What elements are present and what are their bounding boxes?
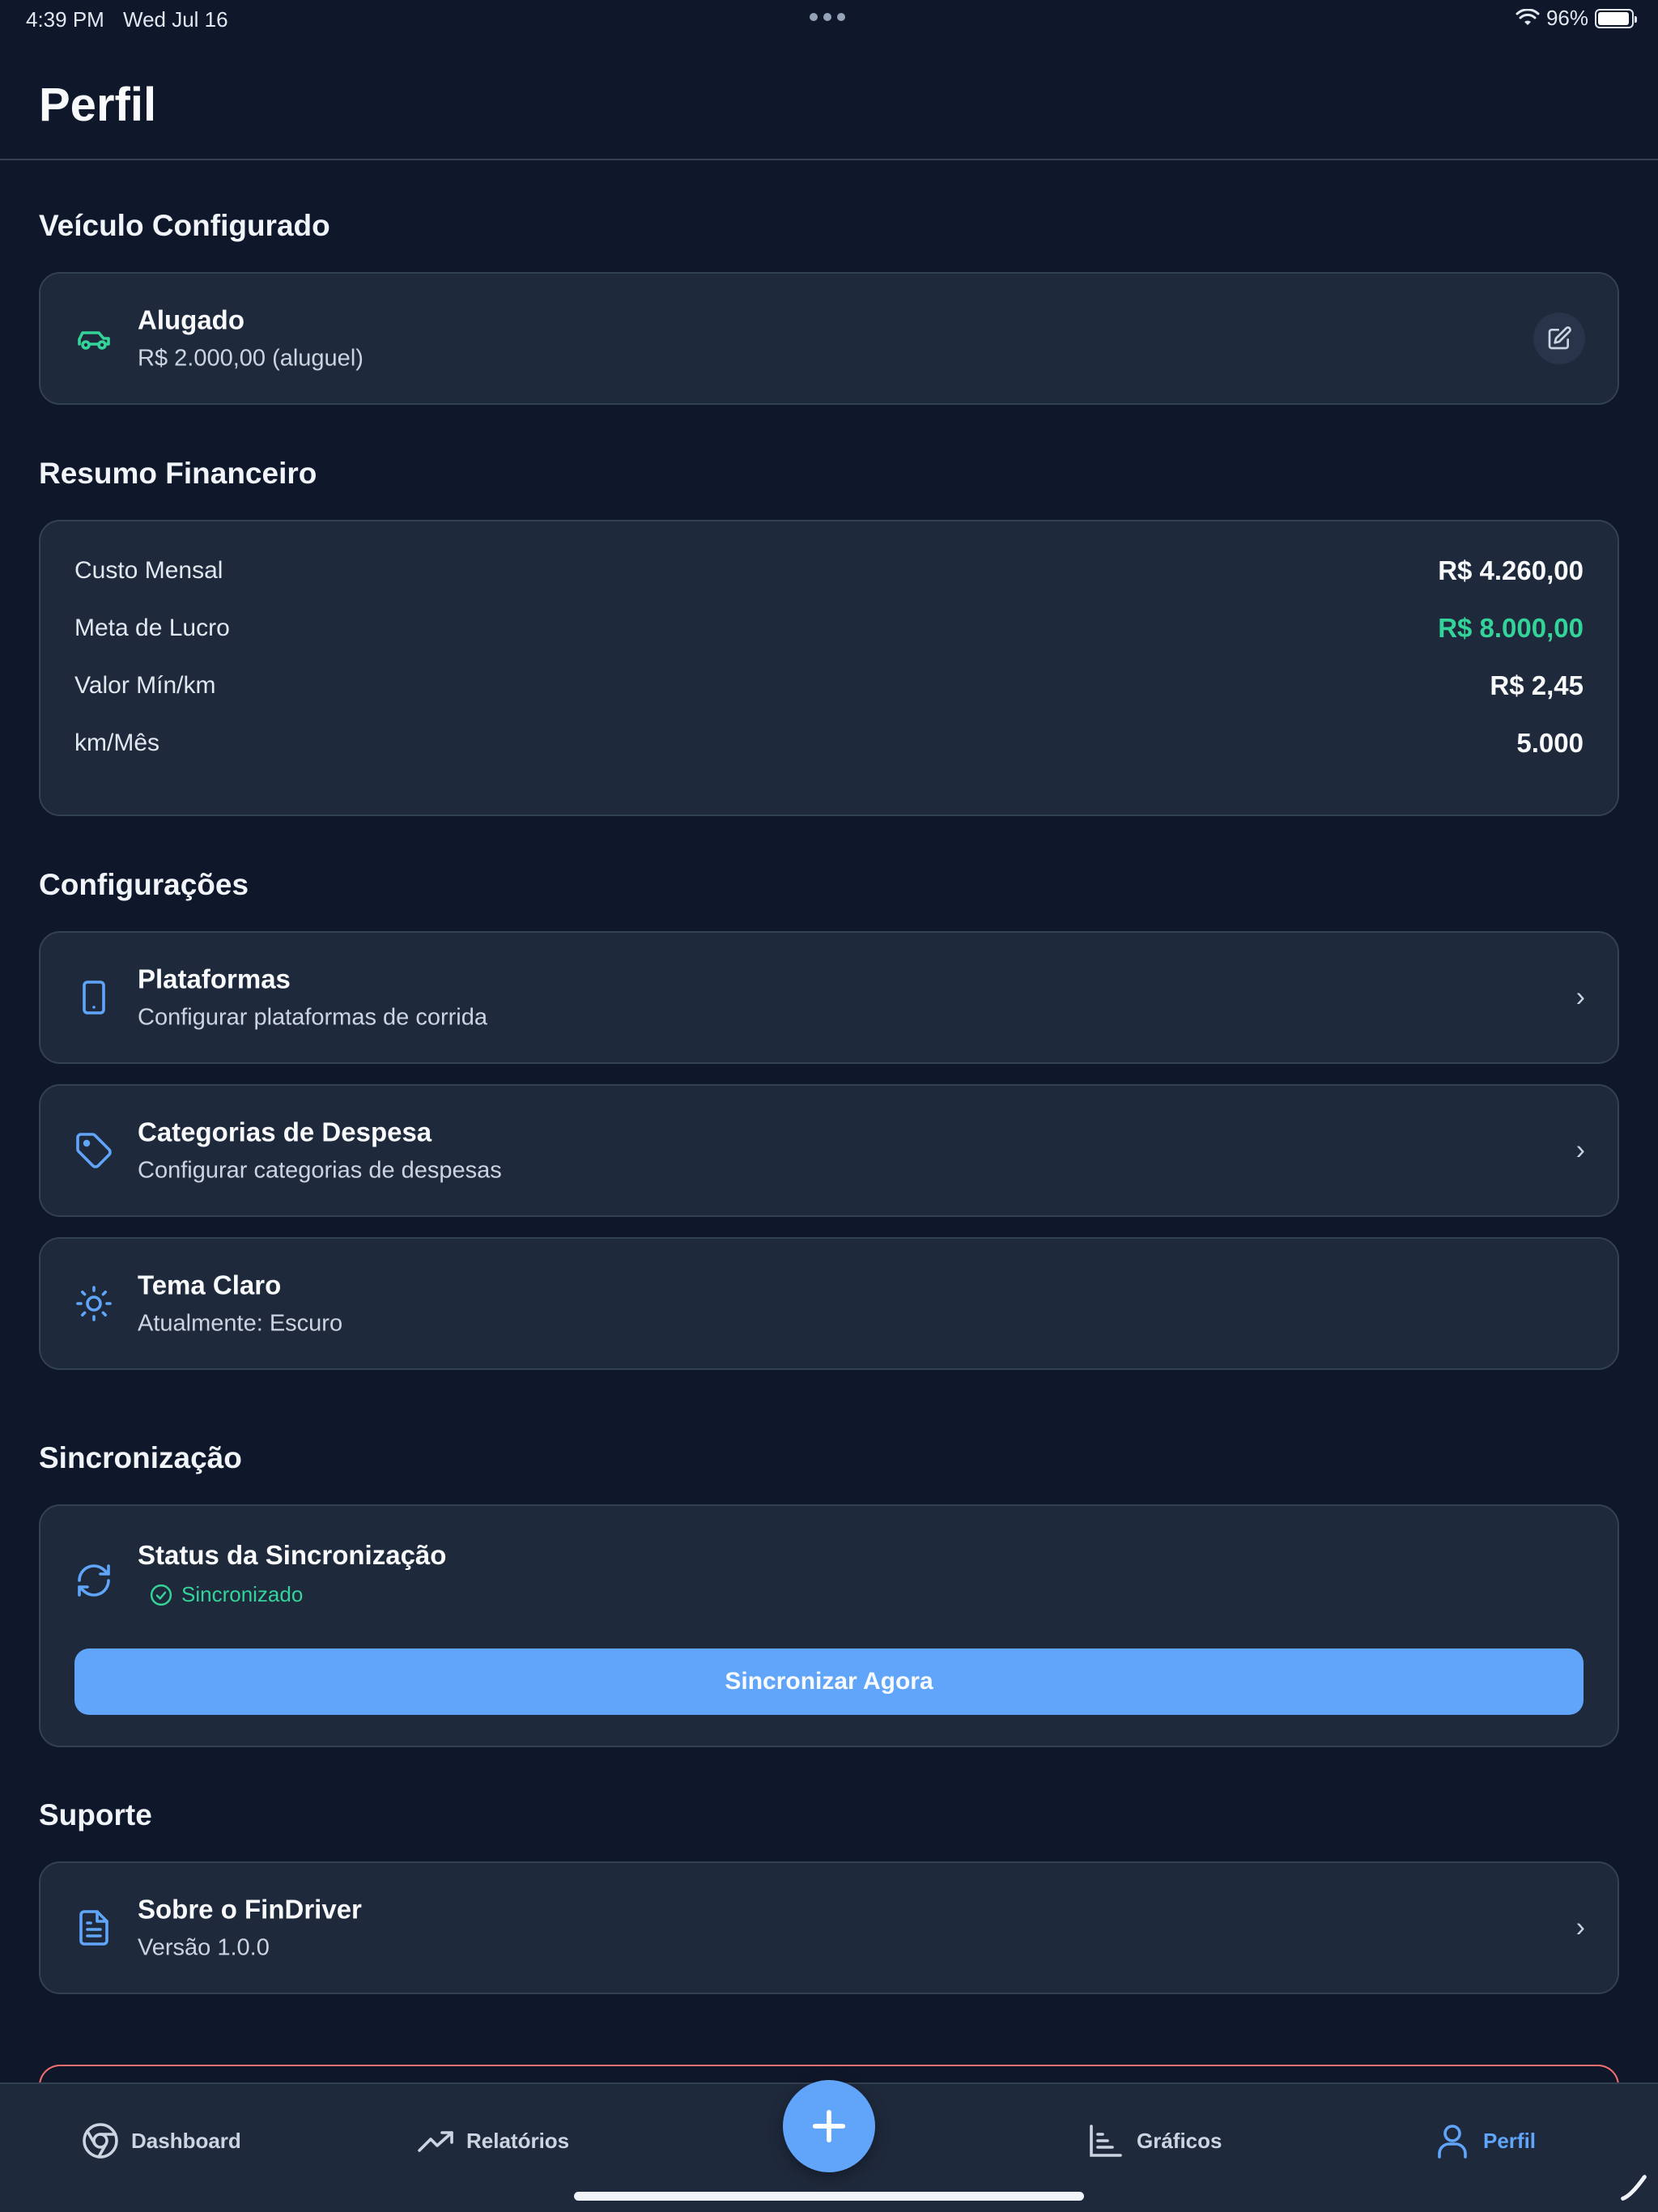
- status-time: 4:39 PM: [26, 7, 104, 32]
- sync-title: Status da Sincronização: [138, 1540, 447, 1570]
- profile-screen: 4:39 PM Wed Jul 16 96% Perfil Veículo Co…: [0, 0, 1658, 2212]
- page-header: Perfil: [0, 39, 1658, 160]
- chevron-right-icon: ›: [1575, 981, 1585, 1013]
- check-circle-icon: [150, 1584, 172, 1606]
- finance-value: R$ 4.260,00: [1438, 555, 1584, 585]
- tab-relatorios[interactable]: Relatórios: [416, 2121, 569, 2160]
- settings-item-subtitle: Configurar plataformas de corrida: [138, 1004, 487, 1031]
- tab-dashboard[interactable]: Dashboard: [81, 2121, 241, 2160]
- tab-perfil[interactable]: Perfil: [1433, 2121, 1536, 2160]
- finance-label: Valor Mín/km: [74, 672, 216, 699]
- edit-icon: [1548, 326, 1571, 350]
- tag-icon: [76, 1133, 112, 1168]
- settings-item-title: Categorias de Despesa: [138, 1117, 432, 1147]
- refresh-icon: [78, 1564, 110, 1597]
- chevron-right-icon: ›: [1575, 1134, 1585, 1166]
- sync-section-title: Sincronização: [39, 1441, 242, 1474]
- tab-label: Relatórios: [466, 2128, 570, 2153]
- vehicle-name: Alugado: [138, 304, 244, 335]
- tab-label: Perfil: [1483, 2128, 1537, 2153]
- finance-row: km/Mês 5.000: [74, 723, 1584, 764]
- settings-section-title: Configurações: [39, 868, 249, 901]
- sync-status-badge: Sincronizado: [149, 1582, 446, 1607]
- settings-item-tema[interactable]: Tema Claro Atualmente: Escuro: [39, 1237, 1619, 1370]
- finance-value: R$ 8.000,00: [1438, 613, 1584, 643]
- support-item-subtitle: Versão 1.0.0: [138, 1934, 270, 1961]
- support-item-title: Sobre o FinDriver: [138, 1894, 362, 1925]
- support-item-about[interactable]: Sobre o FinDriver Versão 1.0.0 ›: [39, 1861, 1619, 1994]
- battery-percent: 96%: [1545, 6, 1588, 30]
- car-icon: [78, 331, 110, 350]
- edit-vehicle-button[interactable]: [1533, 313, 1585, 364]
- dashboard-icon: [83, 2123, 118, 2159]
- bar-chart-icon: [1090, 2125, 1122, 2157]
- pencil-hover-icon: [1621, 2175, 1647, 2201]
- finance-card: Custo Mensal R$ 4.260,00 Meta de Lucro R…: [39, 520, 1619, 816]
- plus-icon: [812, 2109, 846, 2143]
- finance-row: Valor Mín/km R$ 2,45: [74, 666, 1584, 706]
- sync-card: Status da Sincronização Sincronizado Sin…: [39, 1504, 1619, 1747]
- smartphone-icon: [83, 981, 105, 1015]
- wifi-icon: [1516, 8, 1540, 25]
- settings-item-subtitle: Atualmente: Escuro: [138, 1310, 343, 1337]
- user-icon: [1438, 2125, 1467, 2159]
- sync-now-button[interactable]: Sincronizar Agora: [74, 1648, 1584, 1715]
- support-section-title: Suporte: [39, 1798, 152, 1831]
- settings-item-categorias[interactable]: Categorias de Despesa Configurar categor…: [39, 1084, 1619, 1217]
- settings-item-title: Tema Claro: [138, 1270, 282, 1300]
- settings-item-subtitle: Configurar categorias de despesas: [138, 1157, 502, 1184]
- finance-row: Meta de Lucro R$ 8.000,00: [74, 608, 1584, 649]
- trending-up-icon: [418, 2131, 453, 2152]
- document-icon: [79, 1910, 108, 1946]
- finance-label: km/Mês: [74, 730, 159, 756]
- settings-item-plataformas[interactable]: Plataformas Configurar plataformas de co…: [39, 931, 1619, 1064]
- chevron-right-icon: ›: [1575, 1912, 1585, 1943]
- finance-section-title: Resumo Financeiro: [39, 457, 317, 490]
- vehicle-section-title: Veículo Configurado: [39, 209, 330, 242]
- tab-label: Dashboard: [131, 2128, 241, 2153]
- home-indicator[interactable]: [574, 2192, 1084, 2201]
- status-date: Wed Jul 16: [123, 7, 228, 32]
- vehicle-detail: R$ 2.000,00 (aluguel): [138, 345, 363, 372]
- vehicle-card: Alugado R$ 2.000,00 (aluguel): [39, 272, 1619, 405]
- finance-label: Meta de Lucro: [74, 615, 230, 641]
- status-bar: 4:39 PM Wed Jul 16 96%: [0, 0, 1658, 39]
- multitasking-dots-icon[interactable]: [810, 13, 845, 21]
- finance-label: Custo Mensal: [74, 557, 223, 584]
- finance-value: R$ 2,45: [1490, 670, 1584, 700]
- tab-graficos[interactable]: Gráficos: [1086, 2121, 1222, 2160]
- battery-icon: [1595, 8, 1637, 28]
- finance-row: Custo Mensal R$ 4.260,00: [74, 551, 1584, 591]
- tab-label: Gráficos: [1137, 2128, 1222, 2153]
- settings-item-title: Plataformas: [138, 963, 291, 994]
- add-button[interactable]: [783, 2080, 875, 2172]
- finance-value: 5.000: [1516, 728, 1584, 758]
- sun-icon: [76, 1286, 112, 1321]
- sync-status-text: Sincronizado: [181, 1582, 304, 1606]
- page-title: Perfil: [39, 79, 157, 131]
